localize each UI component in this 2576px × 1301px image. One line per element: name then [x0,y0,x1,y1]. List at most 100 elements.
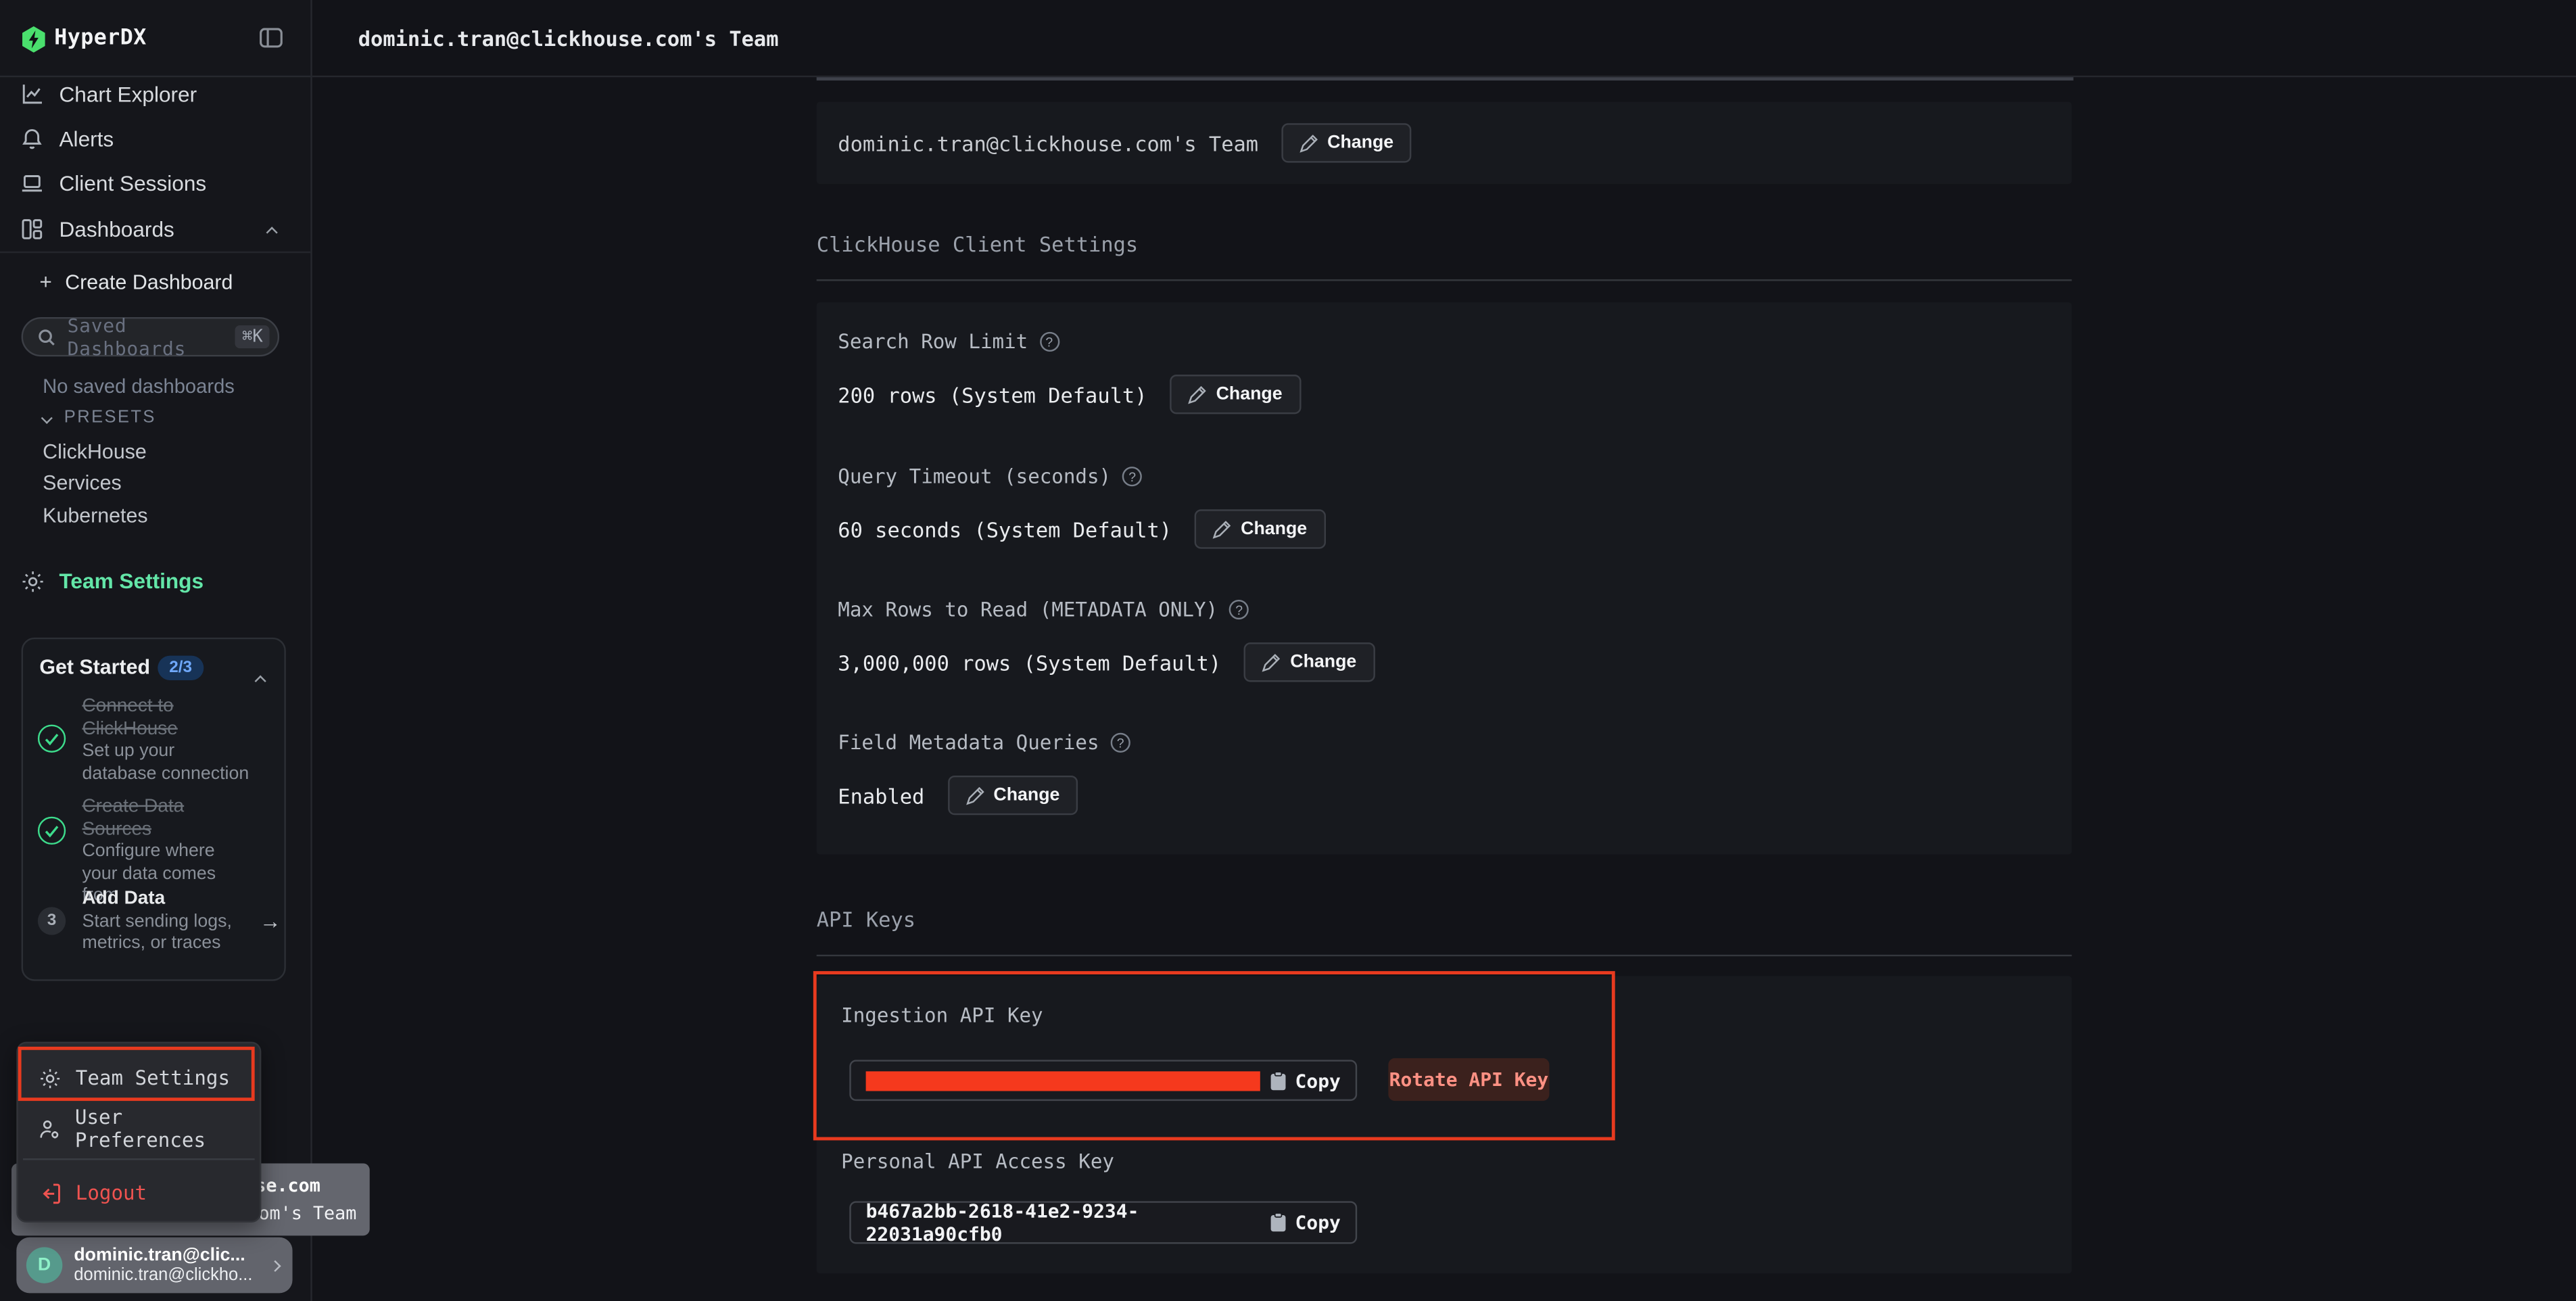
progress-badge: 2/3 [158,656,204,680]
check-circle-icon [38,725,66,753]
sidebar-item-chart-explorer[interactable]: Chart Explorer [22,77,291,110]
help-icon[interactable]: ? [1122,467,1142,486]
user-email: dominic.tran@clickho... [74,1266,260,1285]
pencil-icon [965,786,984,805]
sidebar: HyperDX Chart Explorer Alerts Cl [0,0,312,1301]
preset-services[interactable]: Services [43,471,121,494]
change-field-metadata-button[interactable]: Change [947,776,1078,815]
setting-label: Query Timeout (seconds) [838,465,1111,488]
setting-label: Ingestion API Key [841,1004,1043,1027]
client-settings-card: Search Row Limit ? 200 rows (System Defa… [817,302,2072,854]
step-desc: Start sending logs, metrics, or traces [82,911,254,955]
user-gear-icon [39,1118,60,1140]
hyperdx-app: HyperDX Chart Explorer Alerts Cl [0,0,2576,1301]
step-title: Add Data [82,889,254,912]
section-divider [817,955,2072,956]
tooltip-line1: se.com [255,1175,320,1196]
sidebar-item-team-settings[interactable]: Team Settings [22,569,204,593]
menu-item-team-settings[interactable]: Team Settings [18,1054,260,1103]
avatar: D [26,1247,62,1283]
no-saved-dashboards-text: No saved dashboards [43,375,235,398]
setting-label: Search Row Limit [838,330,1028,353]
gear-icon [22,569,45,592]
setting-label-row: Search Row Limit ? [838,330,1059,353]
logo-text: HyperDX [54,26,147,51]
preset-kubernetes[interactable]: Kubernetes [43,504,147,527]
tooltip-line2: com's Team [247,1203,356,1225]
sidebar-item-alerts[interactable]: Alerts [22,122,291,156]
rotate-api-key-button[interactable]: Rotate API Key [1388,1058,1549,1101]
setting-value-row: 3,000,000 rows (System Default) Change [838,642,1375,682]
search-placeholder: Saved Dashboards [68,314,224,360]
setting-label-row: Max Rows to Read (METADATA ONLY) ? [838,598,1249,621]
setting-value: 60 seconds (System Default) [838,517,1172,541]
setting-value-row: 60 seconds (System Default) Change [838,509,1325,548]
setting-label-row: Field Metadata Queries ? [838,731,1130,754]
presets-toggle[interactable]: PRESETS [43,408,156,427]
change-query-timeout-button[interactable]: Change [1195,509,1325,548]
arrow-right-icon[interactable]: → [260,909,281,933]
setting-label: Field Metadata Queries [838,731,1099,754]
team-name-value: dominic.tran@clickhouse.com's Team [838,131,1258,155]
check-circle-icon [38,817,66,845]
user-name: dominic.tran@clic... [74,1245,260,1265]
personal-key-value: b467a2bb-2618-41e2-9234-22031a90cfb0 [866,1200,1271,1246]
create-dashboard-button[interactable]: + Create Dashboard [39,270,233,294]
step-title: Connect to ClickHouse [82,696,254,741]
menu-divider [23,1158,255,1160]
change-team-name-button[interactable]: Change [1281,123,1412,162]
change-label: Change [1241,519,1307,539]
bell-icon [22,128,43,150]
personal-key-label: Personal API Access Key [841,1150,1114,1173]
sidebar-item-dashboards[interactable]: Dashboards [22,212,291,245]
copy-label: Copy [1295,1069,1341,1092]
change-max-rows-button[interactable]: Change [1244,642,1375,682]
menu-item-label: User Preferences [75,1106,260,1152]
copy-ingestion-key-button[interactable]: Copy [1270,1069,1341,1092]
sidebar-item-label: Client Sessions [59,170,206,195]
copy-label: Copy [1295,1211,1341,1234]
setting-value-row: 200 rows (System Default) Change [838,375,1300,414]
saved-dashboards-search[interactable]: Saved Dashboards ⌘K [22,317,280,356]
chevron-up-icon[interactable] [255,676,266,687]
laptop-icon [22,172,43,193]
help-icon[interactable]: ? [1229,600,1249,619]
get-started-panel: Get Started 2/3 Connect to ClickHouse Se… [22,638,286,981]
menu-item-logout[interactable]: Logout [18,1168,260,1218]
dashboards-icon [22,218,43,239]
gear-icon [39,1067,61,1089]
preset-clickhouse[interactable]: ClickHouse [43,440,147,463]
user-account-button[interactable]: D dominic.tran@clic... dominic.tran@clic… [16,1237,292,1294]
copy-personal-key-button[interactable]: Copy [1270,1211,1341,1234]
section-heading-client-settings: ClickHouse Client Settings [817,232,1138,256]
setting-label: Max Rows to Read (METADATA ONLY) [838,598,1218,621]
get-started-item[interactable]: Add Data Start sending logs, metrics, or… [82,889,254,955]
plus-icon: + [39,270,51,294]
get-started-item[interactable]: Connect to ClickHouse Set up your databa… [82,696,254,785]
help-icon[interactable]: ? [1111,733,1130,753]
pencil-icon [1299,134,1318,152]
menu-item-label: Logout [76,1181,147,1204]
top-bar: dominic.tran@clickhouse.com's Team [312,0,2576,77]
setting-value: Enabled [838,783,924,807]
shortcut-badge: ⌘K [235,325,269,348]
pencil-icon [1262,653,1281,671]
change-search-row-limit-button[interactable]: Change [1170,375,1301,414]
setting-value-row: Enabled Change [838,776,1078,815]
help-icon[interactable]: ? [1039,332,1059,352]
logo-row: HyperDX [0,0,310,77]
redacted-key-bar [866,1070,1260,1090]
menu-item-user-preferences[interactable]: User Preferences [18,1104,260,1154]
sidebar-item-client-sessions[interactable]: Client Sessions [22,166,291,199]
sidebar-item-label: Dashboards [59,216,174,241]
chevron-right-icon [269,1260,281,1271]
change-label: Change [1290,653,1356,672]
sidebar-collapse-icon[interactable] [260,28,283,47]
clipboard-icon [1270,1070,1287,1090]
section-divider [817,279,2072,281]
sidebar-item-label: Chart Explorer [59,81,197,105]
change-label: Change [993,786,1059,805]
get-started-title: Get Started [39,656,150,679]
team-settings-label: Team Settings [59,569,204,593]
chevron-down-icon [41,412,53,423]
